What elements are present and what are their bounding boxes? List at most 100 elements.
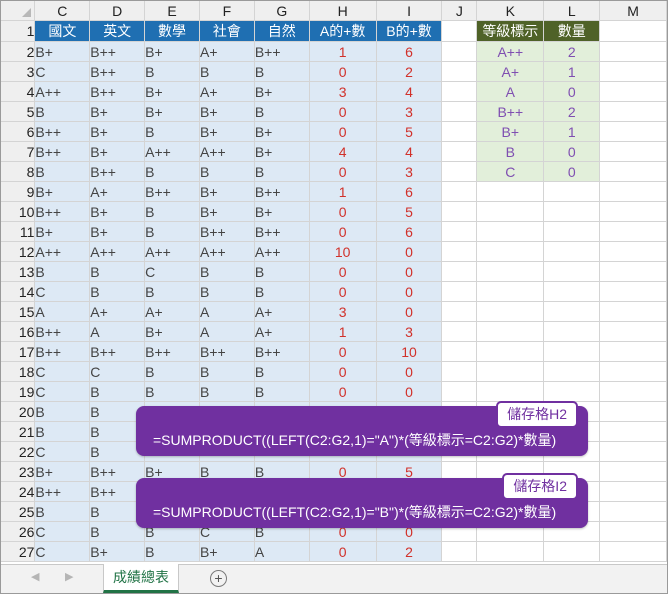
empty-cell[interactable] — [476, 341, 545, 362]
header-cell[interactable]: 社會 — [199, 20, 255, 42]
count-cell[interactable]: 0 — [309, 341, 377, 362]
row-header[interactable]: 10 — [1, 201, 36, 222]
empty-cell[interactable] — [543, 261, 601, 282]
grade-cell[interactable]: A — [89, 321, 146, 342]
empty-cell[interactable] — [599, 181, 667, 202]
count-cell[interactable]: 10 — [376, 341, 443, 362]
grade-cell[interactable]: B++ — [89, 61, 146, 82]
empty-cell[interactable] — [441, 141, 478, 162]
grade-cell[interactable]: B+ — [254, 141, 310, 162]
grade-cell[interactable]: A++ — [144, 241, 200, 262]
row-header[interactable]: 5 — [1, 101, 36, 122]
grade-cell[interactable]: B — [254, 61, 310, 82]
grade-cell[interactable]: B — [254, 281, 310, 302]
grade-cell[interactable]: B — [34, 161, 91, 182]
column-header[interactable]: G — [254, 1, 310, 21]
grade-cell[interactable]: B+ — [89, 121, 146, 142]
column-header[interactable]: C — [34, 1, 91, 21]
empty-cell[interactable] — [441, 321, 478, 342]
count-cell[interactable]: 10 — [309, 241, 377, 262]
empty-cell[interactable] — [476, 361, 545, 382]
grade-cell[interactable]: B — [144, 541, 200, 562]
empty-cell[interactable] — [441, 81, 478, 102]
grade-cell[interactable]: B++ — [34, 341, 91, 362]
lookup-count-cell[interactable]: 1 — [543, 121, 601, 142]
empty-cell[interactable] — [441, 281, 478, 302]
grade-cell[interactable]: B+ — [89, 201, 146, 222]
grade-cell[interactable]: B++ — [34, 121, 91, 142]
row-header[interactable]: 12 — [1, 241, 36, 262]
lookup-grade-cell[interactable]: A++ — [476, 41, 545, 62]
grade-cell[interactable]: B+ — [254, 121, 310, 142]
grade-cell[interactable]: A++ — [144, 141, 200, 162]
lookup-grade-cell[interactable]: A — [476, 81, 545, 102]
grade-cell[interactable]: C — [34, 61, 91, 82]
lookup-grade-cell[interactable]: A+ — [476, 61, 545, 82]
row-header[interactable]: 17 — [1, 341, 36, 362]
grade-cell[interactable]: B — [89, 381, 146, 402]
row-header[interactable]: 25 — [1, 501, 36, 522]
count-cell[interactable]: 0 — [376, 241, 443, 262]
count-cell[interactable]: 3 — [376, 321, 443, 342]
row-header[interactable]: 1 — [1, 20, 36, 42]
row-header[interactable]: 19 — [1, 381, 36, 402]
grade-cell[interactable]: B++ — [34, 481, 91, 502]
row-header[interactable]: 9 — [1, 181, 36, 202]
empty-cell[interactable] — [543, 281, 601, 302]
row-header[interactable]: 8 — [1, 161, 36, 182]
empty-cell[interactable] — [476, 541, 545, 562]
grade-cell[interactable]: A+ — [89, 301, 146, 322]
grade-cell[interactable]: B++ — [89, 341, 146, 362]
lookup-count-cell[interactable]: 2 — [543, 41, 601, 62]
count-cell[interactable]: 0 — [309, 381, 377, 402]
empty-cell[interactable] — [441, 341, 478, 362]
grade-cell[interactable]: B++ — [254, 41, 310, 62]
row-header[interactable]: 7 — [1, 141, 36, 162]
column-header[interactable]: M — [599, 1, 667, 21]
grade-cell[interactable]: A++ — [89, 241, 146, 262]
grade-cell[interactable]: A+ — [199, 41, 255, 62]
empty-cell[interactable] — [441, 41, 478, 62]
empty-cell[interactable] — [599, 501, 667, 522]
grade-cell[interactable]: C — [34, 521, 91, 542]
column-header[interactable]: H — [309, 1, 377, 21]
grade-cell[interactable]: A+ — [199, 81, 255, 102]
empty-cell[interactable] — [599, 41, 667, 62]
count-cell[interactable]: 0 — [376, 281, 443, 302]
empty-cell[interactable] — [441, 361, 478, 382]
row-header[interactable]: 24 — [1, 481, 36, 502]
count-cell[interactable]: 6 — [376, 181, 443, 202]
empty-cell[interactable] — [599, 61, 667, 82]
empty-cell[interactable] — [543, 381, 601, 402]
grade-cell[interactable]: A — [254, 541, 310, 562]
column-header[interactable]: F — [199, 1, 255, 21]
lookup-count-cell[interactable]: 2 — [543, 101, 601, 122]
grade-cell[interactable]: A++ — [199, 141, 255, 162]
lookup-header-cell[interactable]: 數量 — [543, 20, 601, 42]
count-cell[interactable]: 0 — [309, 541, 377, 562]
grade-cell[interactable]: A++ — [34, 241, 91, 262]
column-header[interactable]: L — [543, 1, 601, 21]
count-cell[interactable]: 6 — [376, 221, 443, 242]
row-header[interactable]: 6 — [1, 121, 36, 142]
scroll-right-icon[interactable]: ▶ — [65, 570, 73, 583]
empty-cell[interactable] — [599, 401, 667, 422]
header-cell[interactable]: 數學 — [144, 20, 200, 42]
add-sheet-icon[interactable]: + — [210, 570, 227, 587]
grade-cell[interactable]: B+ — [144, 41, 200, 62]
empty-cell[interactable] — [543, 361, 601, 382]
grade-cell[interactable]: B+ — [89, 541, 146, 562]
grade-cell[interactable]: C — [144, 261, 200, 282]
empty-cell[interactable] — [441, 261, 478, 282]
empty-cell[interactable] — [441, 241, 478, 262]
row-header[interactable]: 14 — [1, 281, 36, 302]
grade-cell[interactable]: B — [254, 261, 310, 282]
grade-cell[interactable]: B+ — [199, 201, 255, 222]
count-cell[interactable]: 6 — [376, 41, 443, 62]
empty-cell[interactable] — [476, 281, 545, 302]
grade-cell[interactable]: B++ — [199, 221, 255, 242]
count-cell[interactable]: 5 — [376, 201, 443, 222]
count-cell[interactable]: 4 — [376, 81, 443, 102]
empty-cell[interactable] — [543, 201, 601, 222]
grade-cell[interactable]: B — [34, 101, 91, 122]
